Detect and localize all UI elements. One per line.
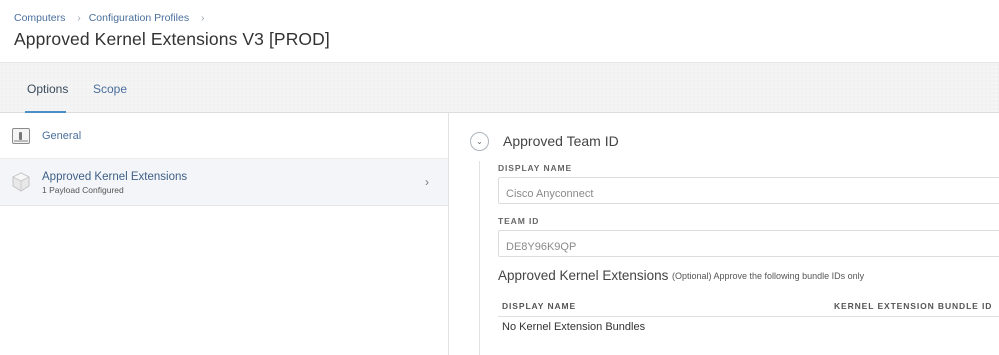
tab-bar: Options Scope <box>0 62 999 113</box>
page-header: Computers › Configuration Profiles › App… <box>0 0 999 62</box>
payload-sidebar: General Approved Kernel Extensions 1 Pay… <box>0 113 449 355</box>
collapse-section-button[interactable]: ⌄ <box>470 132 489 151</box>
team-id-field[interactable] <box>498 230 999 257</box>
breadcrumb-configuration-profiles[interactable]: Configuration Profiles <box>89 12 189 24</box>
breadcrumb-separator: › <box>77 12 81 24</box>
section-divider <box>479 161 480 355</box>
section-title: Approved Team ID <box>503 133 619 149</box>
sidebar-item-approved-kernel-extensions[interactable]: Approved Kernel Extensions 1 Payload Con… <box>0 159 448 206</box>
sidebar-item-general[interactable]: General <box>0 113 448 159</box>
breadcrumb: Computers › Configuration Profiles › <box>14 12 212 24</box>
page-title: Approved Kernel Extensions V3 [PROD] <box>14 29 330 49</box>
chevron-down-icon: ⌄ <box>476 137 483 146</box>
subsection-title: Approved Kernel Extensions <box>498 268 669 283</box>
breadcrumb-separator: › <box>201 12 205 24</box>
kernel-extension-icon <box>12 172 30 192</box>
column-header-bundle-id: KERNEL EXTENSION BUNDLE ID <box>834 301 993 311</box>
general-settings-icon <box>12 128 30 144</box>
table-header: DISPLAY NAME KERNEL EXTENSION BUNDLE ID <box>498 295 999 317</box>
display-name-label: DISPLAY NAME <box>498 163 573 173</box>
empty-table-message: No Kernel Extension Bundles <box>502 321 646 333</box>
subsection-hint: (Optional) Approve the following bundle … <box>672 271 865 281</box>
sidebar-item-label: General <box>42 130 82 142</box>
tab-options[interactable]: Options <box>27 82 68 96</box>
sidebar-item-label: Approved Kernel Extensions <box>42 171 188 183</box>
payload-content: ⌄ Approved Team ID DISPLAY NAME TEAM ID … <box>450 113 999 355</box>
display-name-field[interactable] <box>498 177 999 204</box>
breadcrumb-computers[interactable]: Computers <box>14 12 65 24</box>
team-id-label: TEAM ID <box>498 216 540 226</box>
column-header-display-name: DISPLAY NAME <box>502 301 577 311</box>
payload-count: 1 Payload Configured <box>42 185 124 195</box>
chevron-right-icon: › <box>425 175 429 189</box>
tab-scope[interactable]: Scope <box>93 82 127 96</box>
